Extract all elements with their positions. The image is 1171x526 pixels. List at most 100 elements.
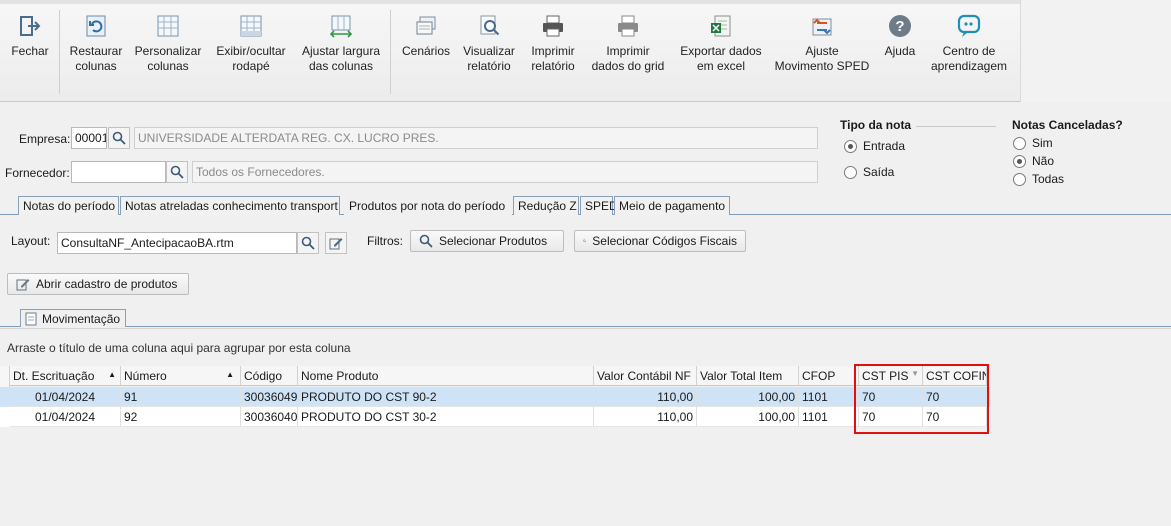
column-header-valor-contabil[interactable]: Valor Contábil NF xyxy=(594,366,697,386)
canceladas-title: Notas Canceladas? xyxy=(1012,118,1123,132)
column-header-valor-total-item[interactable]: Valor Total Item xyxy=(697,366,799,386)
subtab-line xyxy=(0,326,1171,327)
help-button[interactable]: ? Ajuda xyxy=(880,14,920,59)
radio-sim[interactable]: Sim xyxy=(1013,136,1053,150)
cell-nome-produto[interactable]: PRODUTO DO CST 90-2 xyxy=(298,387,594,407)
fornecedor-name-field: Todos os Fornecedores. xyxy=(192,161,818,183)
tipo-nota-title: Tipo da nota xyxy=(840,118,912,132)
cell-dt-escrituracao[interactable]: 01/04/2024 xyxy=(10,387,121,407)
toolbar-separator xyxy=(59,10,60,94)
column-header-cst-cofin[interactable]: CST COFIN xyxy=(923,366,987,386)
chat-bubble-icon xyxy=(957,14,981,37)
radio-dot-selected xyxy=(844,139,857,153)
cell-numero[interactable]: 91 xyxy=(121,387,241,407)
cell-numero[interactable]: 92 xyxy=(121,407,241,427)
printer-grid-icon xyxy=(618,15,638,37)
tab-sped[interactable]: SPED xyxy=(580,196,618,215)
layout-input[interactable]: ConsultaNF_AntecipacaoBA.rtm xyxy=(57,232,297,254)
empresa-code-input[interactable]: 00001 xyxy=(71,127,107,149)
cell-valor-contabil[interactable]: 110,00 xyxy=(594,387,697,407)
grid-area xyxy=(0,328,1171,526)
adjust-sped-movement-button[interactable]: Ajuste Movimento SPED xyxy=(773,14,871,74)
toolbar-separator xyxy=(390,10,391,94)
radio-todas[interactable]: Todas xyxy=(1013,172,1064,186)
subtab-movimentacao[interactable]: Movimentação xyxy=(20,309,126,327)
cell-cst-cofin[interactable]: 70 xyxy=(923,387,987,407)
exit-icon xyxy=(20,16,41,36)
cell-nome-produto[interactable]: PRODUTO DO CST 30-2 xyxy=(298,407,594,427)
cell-valor-total-item[interactable]: 100,00 xyxy=(697,407,799,427)
scenarios-icon xyxy=(416,16,436,35)
toggle-footer-button[interactable]: Exibir/ocultar rodapé xyxy=(213,14,289,74)
table-row[interactable]: 01/04/2024 92 30036040 PRODUTO DO CST 30-2 1… xyxy=(0,407,990,427)
layout-edit-button[interactable] xyxy=(325,232,347,254)
preview-report-button[interactable]: Visualizar relatório xyxy=(461,14,517,74)
cell-cst-cofin[interactable]: 70 xyxy=(923,407,987,427)
column-header-cfop[interactable]: CFOP xyxy=(799,366,859,386)
adjust-column-width-button[interactable]: Ajustar largura das colunas xyxy=(299,14,383,74)
open-product-register-button[interactable]: Abrir cadastro de produtos xyxy=(7,273,189,295)
sped-adjust-icon xyxy=(812,18,832,36)
tab-notas-periodo[interactable]: Notas do período xyxy=(18,196,119,215)
restore-icon xyxy=(86,15,106,37)
search-icon xyxy=(419,234,433,248)
column-header-numero[interactable]: Número ▲ xyxy=(121,366,241,386)
edit-icon xyxy=(16,279,30,291)
search-icon xyxy=(112,131,126,145)
layout-search-button[interactable] xyxy=(297,232,319,254)
tab-meio-pagamento[interactable]: Meio de pagamento xyxy=(614,196,730,215)
tab-produtos-nota-periodo[interactable]: Produtos por nota do período xyxy=(344,196,512,215)
column-header-dt-escrituracao[interactable]: Dt. Escrituação ▲ xyxy=(10,366,121,386)
printer-icon xyxy=(543,15,563,37)
radio-nao[interactable]: Não xyxy=(1013,154,1054,168)
help-icon: ? xyxy=(889,15,911,37)
grid-columns-icon xyxy=(157,15,179,37)
cell-valor-contabil[interactable]: 110,00 xyxy=(594,407,697,427)
edit-icon xyxy=(329,238,343,250)
group-by-hint: Arraste o título de uma coluna aqui para… xyxy=(7,341,351,355)
cell-cst-pis[interactable]: 70 xyxy=(859,387,923,407)
radio-saida[interactable]: Saída xyxy=(844,165,894,179)
layout-label: Layout: xyxy=(11,234,51,248)
column-header-cst-pis[interactable]: CST PIS ▼ xyxy=(859,366,923,386)
magnifier-report-icon xyxy=(480,15,500,36)
select-fiscal-codes-button[interactable]: Selecionar Códigos Fiscais xyxy=(574,230,746,252)
radio-entrada[interactable]: Entrada xyxy=(844,139,905,153)
cell-dt-escrituracao[interactable]: 01/04/2024 xyxy=(10,407,121,427)
empresa-name-field: UNIVERSIDADE ALTERDATA REG. CX. LUCRO PR… xyxy=(134,127,818,149)
footer-grid-icon xyxy=(240,15,262,37)
column-header-nome-produto[interactable]: Nome Produto xyxy=(298,366,594,386)
empresa-search-button[interactable] xyxy=(108,127,130,149)
restore-columns-button[interactable]: Restaurar colunas xyxy=(66,14,126,74)
radio-dot xyxy=(1013,172,1026,186)
cell-cfop[interactable]: 1101 xyxy=(799,387,859,407)
print-report-button[interactable]: Imprimir relatório xyxy=(526,14,580,74)
sort-ascending-icon: ▲ xyxy=(108,370,116,379)
cell-codigo[interactable]: 30036040 xyxy=(241,407,298,427)
print-grid-button[interactable]: Imprimir dados do grid xyxy=(590,14,666,74)
learning-center-button[interactable]: Centro de aprendizagem xyxy=(929,14,1009,74)
radio-dot xyxy=(844,165,857,179)
fornecedor-search-button[interactable] xyxy=(166,161,188,183)
select-products-button[interactable]: Selecionar Produtos xyxy=(410,230,564,252)
cell-cfop[interactable]: 1101 xyxy=(799,407,859,427)
scenarios-button[interactable]: Cenários xyxy=(400,14,452,59)
tab-reducao-z[interactable]: Redução Z xyxy=(513,196,579,215)
radio-dot-selected xyxy=(1013,154,1026,168)
toolbar: Fechar Restaurar colunas Personalizar co… xyxy=(0,0,1171,102)
fornecedor-code-input[interactable] xyxy=(71,161,166,183)
resize-columns-icon xyxy=(329,15,353,38)
cell-codigo[interactable]: 30036049 xyxy=(241,387,298,407)
customize-columns-button[interactable]: Personalizar colunas xyxy=(134,14,202,74)
export-excel-button[interactable]: Exportar dados em excel xyxy=(678,14,764,74)
cell-valor-total-item[interactable]: 100,00 xyxy=(697,387,799,407)
excel-icon xyxy=(711,15,731,37)
close-button[interactable]: Fechar xyxy=(9,14,51,59)
table-row[interactable]: 01/04/2024 91 30036049 PRODUTO DO CST 90-2 1… xyxy=(0,387,990,407)
filter-icon[interactable]: ▼ xyxy=(911,369,919,378)
document-icon xyxy=(25,312,37,325)
tab-notas-atreladas[interactable]: Notas atreladas conhecimento transport xyxy=(120,196,340,215)
column-header-codigo[interactable]: Código xyxy=(241,366,298,386)
cell-cst-pis[interactable]: 70 xyxy=(859,407,923,427)
svg-text:?: ? xyxy=(895,18,904,35)
